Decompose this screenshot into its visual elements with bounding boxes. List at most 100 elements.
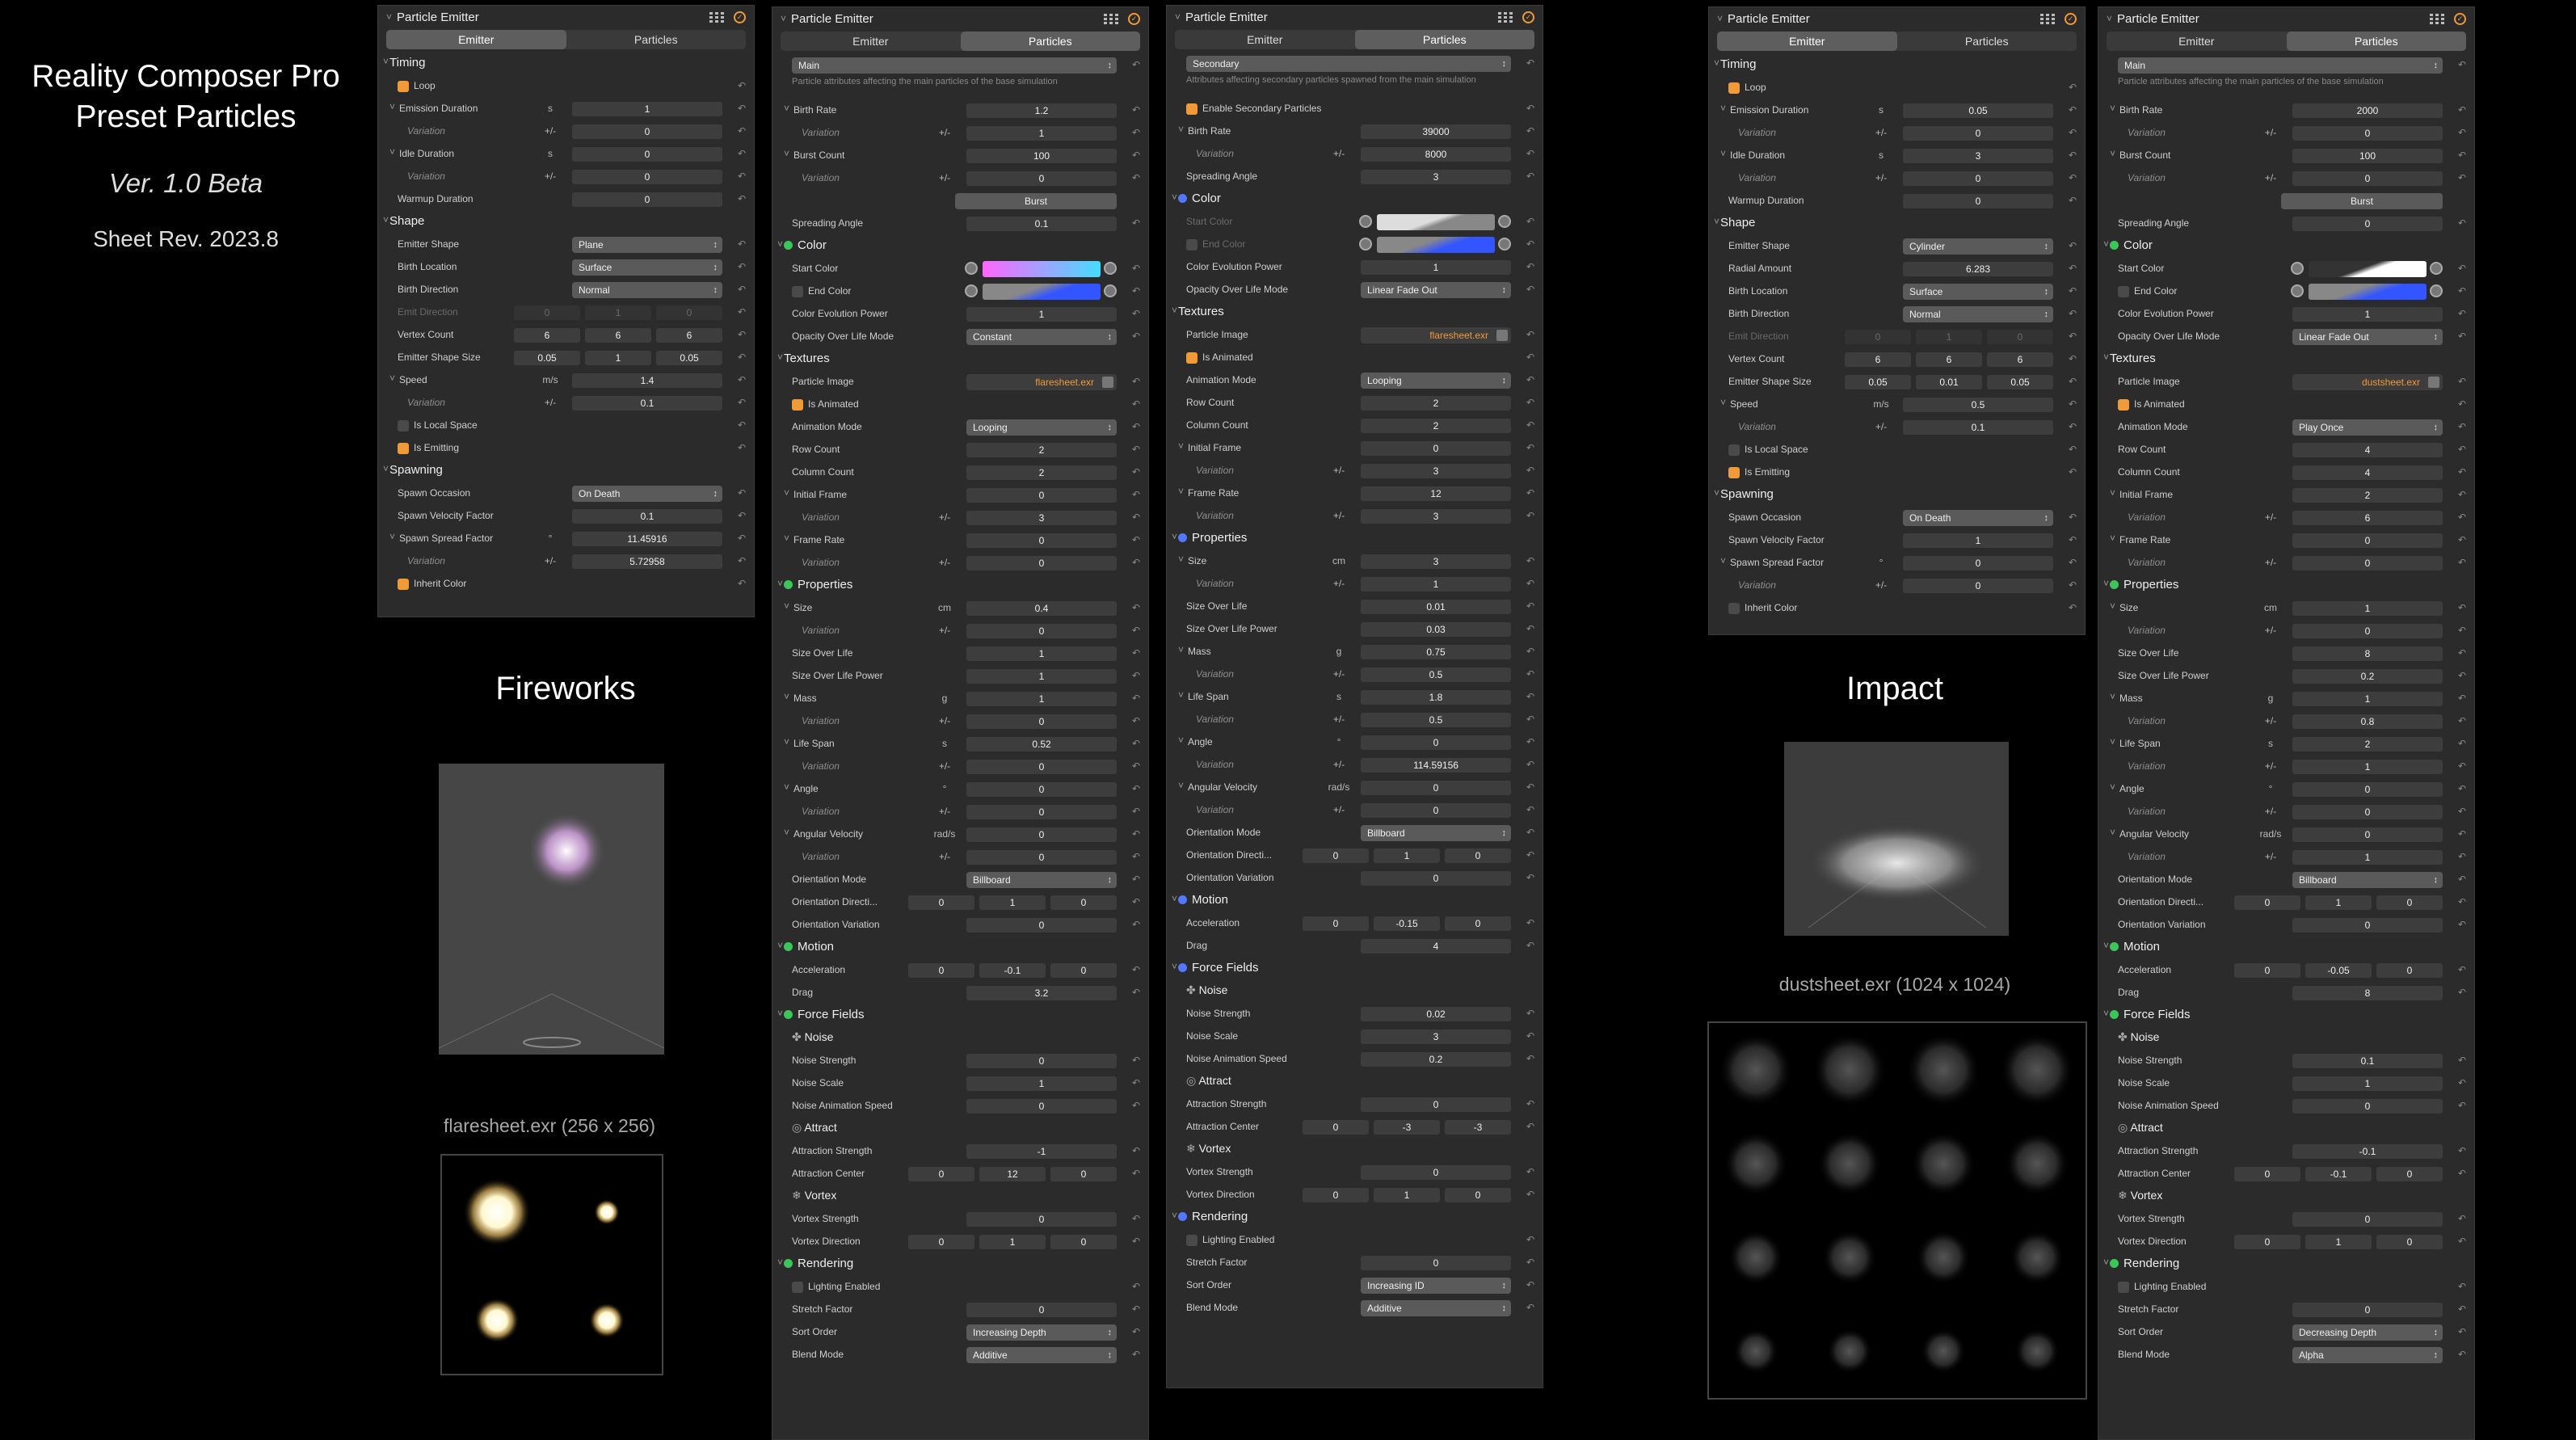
color-swatch[interactable] xyxy=(2291,262,2304,275)
chevron-down-icon[interactable]: ˅ xyxy=(2103,1257,2109,1268)
grid-icon[interactable] xyxy=(709,11,724,23)
reset-icon[interactable]: ↶ xyxy=(1132,964,1140,975)
tab-emitter[interactable]: Emitter xyxy=(1717,32,1897,51)
checkbox[interactable] xyxy=(1186,1235,1198,1246)
reset-icon[interactable]: ↶ xyxy=(1526,1030,1534,1042)
blend-mode-dropdown[interactable]: Additive xyxy=(966,1347,1117,1363)
reset-icon[interactable]: ↶ xyxy=(2458,738,2466,749)
chevron-down-icon[interactable]: ˅ xyxy=(1178,689,1184,701)
vector-field-y[interactable]: -0.15 xyxy=(1374,916,1440,931)
number-field[interactable]: 1 xyxy=(1903,533,2053,548)
reset-icon[interactable]: ↶ xyxy=(1132,919,1140,930)
settings-circle-icon[interactable]: ✓ xyxy=(2454,12,2466,25)
vector-field-z[interactable]: 0 xyxy=(2376,1235,2443,1249)
reset-icon[interactable]: ↶ xyxy=(1526,1121,1534,1132)
reset-icon[interactable]: ↶ xyxy=(1526,1189,1534,1200)
reset-icon[interactable]: ↶ xyxy=(2069,557,2077,568)
chevron-down-icon[interactable]: ˅ xyxy=(2103,238,2109,250)
number-field[interactable]: 2 xyxy=(966,443,1117,457)
reset-icon[interactable]: ↶ xyxy=(2458,308,2466,319)
number-field[interactable]: 0 xyxy=(966,782,1117,797)
reset-icon[interactable]: ↶ xyxy=(2458,964,2466,975)
vector-field-x[interactable]: 0 xyxy=(2234,895,2300,910)
reset-icon[interactable]: ↶ xyxy=(1526,1166,1534,1177)
reset-icon[interactable]: ↶ xyxy=(1132,715,1140,726)
number-field[interactable]: 0.4 xyxy=(966,601,1117,616)
reset-icon[interactable]: ↶ xyxy=(1132,1055,1140,1066)
chevron-down-icon[interactable]: ˅ xyxy=(784,827,789,838)
particle-image-picker[interactable]: dustsheet.exr xyxy=(2292,374,2443,390)
reset-icon[interactable]: ↶ xyxy=(2458,512,2466,523)
reset-icon[interactable]: ↶ xyxy=(1526,487,1534,499)
reset-icon[interactable]: ↶ xyxy=(2458,919,2466,930)
chevron-down-icon[interactable]: ˅ xyxy=(784,781,789,793)
vector-field-y[interactable]: 1 xyxy=(1374,848,1440,863)
checkbox[interactable] xyxy=(2118,286,2129,297)
number-field[interactable]: 0.1 xyxy=(966,217,1117,231)
reset-icon[interactable]: ↶ xyxy=(2069,331,2077,342)
reset-icon[interactable]: ↶ xyxy=(2069,127,2077,138)
vector-field-z[interactable]: 0 xyxy=(1445,848,1511,863)
reset-icon[interactable]: ↶ xyxy=(2458,1326,2466,1337)
reset-icon[interactable]: ↶ xyxy=(2458,806,2466,817)
orientation-mode-dropdown[interactable]: Billboard xyxy=(966,872,1117,888)
color-swatch-end[interactable] xyxy=(1104,284,1117,297)
number-field[interactable]: 6.283 xyxy=(1903,262,2053,276)
reset-icon[interactable]: ↶ xyxy=(1132,127,1140,138)
chevron-down-icon[interactable]: ˅ xyxy=(2110,533,2115,544)
spawn-occasion-dropdown[interactable]: On Death xyxy=(1903,510,2053,526)
number-field[interactable]: 39000 xyxy=(1361,124,1511,139)
reset-icon[interactable]: ↶ xyxy=(1132,557,1140,568)
vector-field-y[interactable]: 1 xyxy=(979,895,1046,910)
chevron-down-icon[interactable]: ˅ xyxy=(1172,961,1177,972)
reset-icon[interactable]: ↶ xyxy=(1132,625,1140,636)
emitter-shape-dropdown[interactable]: Plane xyxy=(572,237,722,253)
reset-icon[interactable]: ↶ xyxy=(738,510,746,521)
color-gradient-well[interactable] xyxy=(983,284,1101,300)
reset-icon[interactable]: ↶ xyxy=(2458,466,2466,478)
status-dot-icon[interactable] xyxy=(2110,1259,2119,1268)
reset-icon[interactable]: ↶ xyxy=(2458,828,2466,840)
color-swatch-end[interactable] xyxy=(1104,262,1117,275)
reset-icon[interactable]: ↶ xyxy=(2458,127,2466,138)
reset-icon[interactable]: ↶ xyxy=(738,442,746,453)
reset-icon[interactable]: ↶ xyxy=(1526,1008,1534,1019)
vector-field-z[interactable]: 6 xyxy=(1987,352,2053,367)
number-field[interactable]: 1 xyxy=(2292,692,2443,706)
number-field[interactable]: 0.75 xyxy=(1361,645,1511,659)
number-field[interactable]: 0 xyxy=(966,1303,1117,1317)
chevron-down-icon[interactable]: ˅ xyxy=(1172,192,1177,203)
number-field[interactable]: 3 xyxy=(1361,554,1511,569)
reset-icon[interactable]: ↶ xyxy=(1132,149,1140,161)
reset-icon[interactable]: ↶ xyxy=(2069,444,2077,455)
number-field[interactable]: 3 xyxy=(1903,149,2053,163)
reset-icon[interactable]: ↶ xyxy=(1132,874,1140,885)
number-field[interactable]: -0.1 xyxy=(2292,1144,2443,1159)
number-field[interactable]: 0.01 xyxy=(1361,600,1511,614)
number-field[interactable]: 1 xyxy=(966,692,1117,706)
status-dot-icon[interactable] xyxy=(2110,942,2119,951)
particle-set-dropdown[interactable]: Main xyxy=(792,57,1117,74)
reset-icon[interactable]: ↶ xyxy=(1132,693,1140,704)
chevron-down-icon[interactable]: ˅ xyxy=(784,736,789,747)
chevron-down-icon[interactable]: ˅ xyxy=(784,103,789,114)
reset-icon[interactable]: ↶ xyxy=(2458,59,2466,70)
vector-field-x[interactable]: 6 xyxy=(514,328,580,343)
vector-field-z[interactable]: 0.05 xyxy=(1987,375,2053,389)
status-dot-icon[interactable] xyxy=(1178,533,1187,542)
reset-icon[interactable]: ↶ xyxy=(2458,693,2466,704)
checkbox[interactable] xyxy=(398,420,409,432)
emitter-particles-segmented-control[interactable]: Emitter Particles xyxy=(781,32,1140,51)
vector-field-z[interactable]: 0 xyxy=(656,305,722,320)
number-field[interactable]: 4 xyxy=(1361,939,1511,954)
checkbox[interactable] xyxy=(792,1282,803,1293)
reset-icon[interactable]: ↶ xyxy=(1132,398,1140,410)
number-field[interactable]: 0 xyxy=(1361,1256,1511,1270)
number-field[interactable]: 0.5 xyxy=(1361,713,1511,727)
chevron-down-icon[interactable]: ˅ xyxy=(2103,352,2109,363)
reset-icon[interactable]: ↶ xyxy=(738,578,746,589)
vector-field-y[interactable]: -0.1 xyxy=(2305,1167,2372,1181)
reset-icon[interactable]: ↶ xyxy=(1132,670,1140,681)
number-field[interactable]: 3 xyxy=(1361,170,1511,184)
number-field[interactable]: 0 xyxy=(966,805,1117,819)
